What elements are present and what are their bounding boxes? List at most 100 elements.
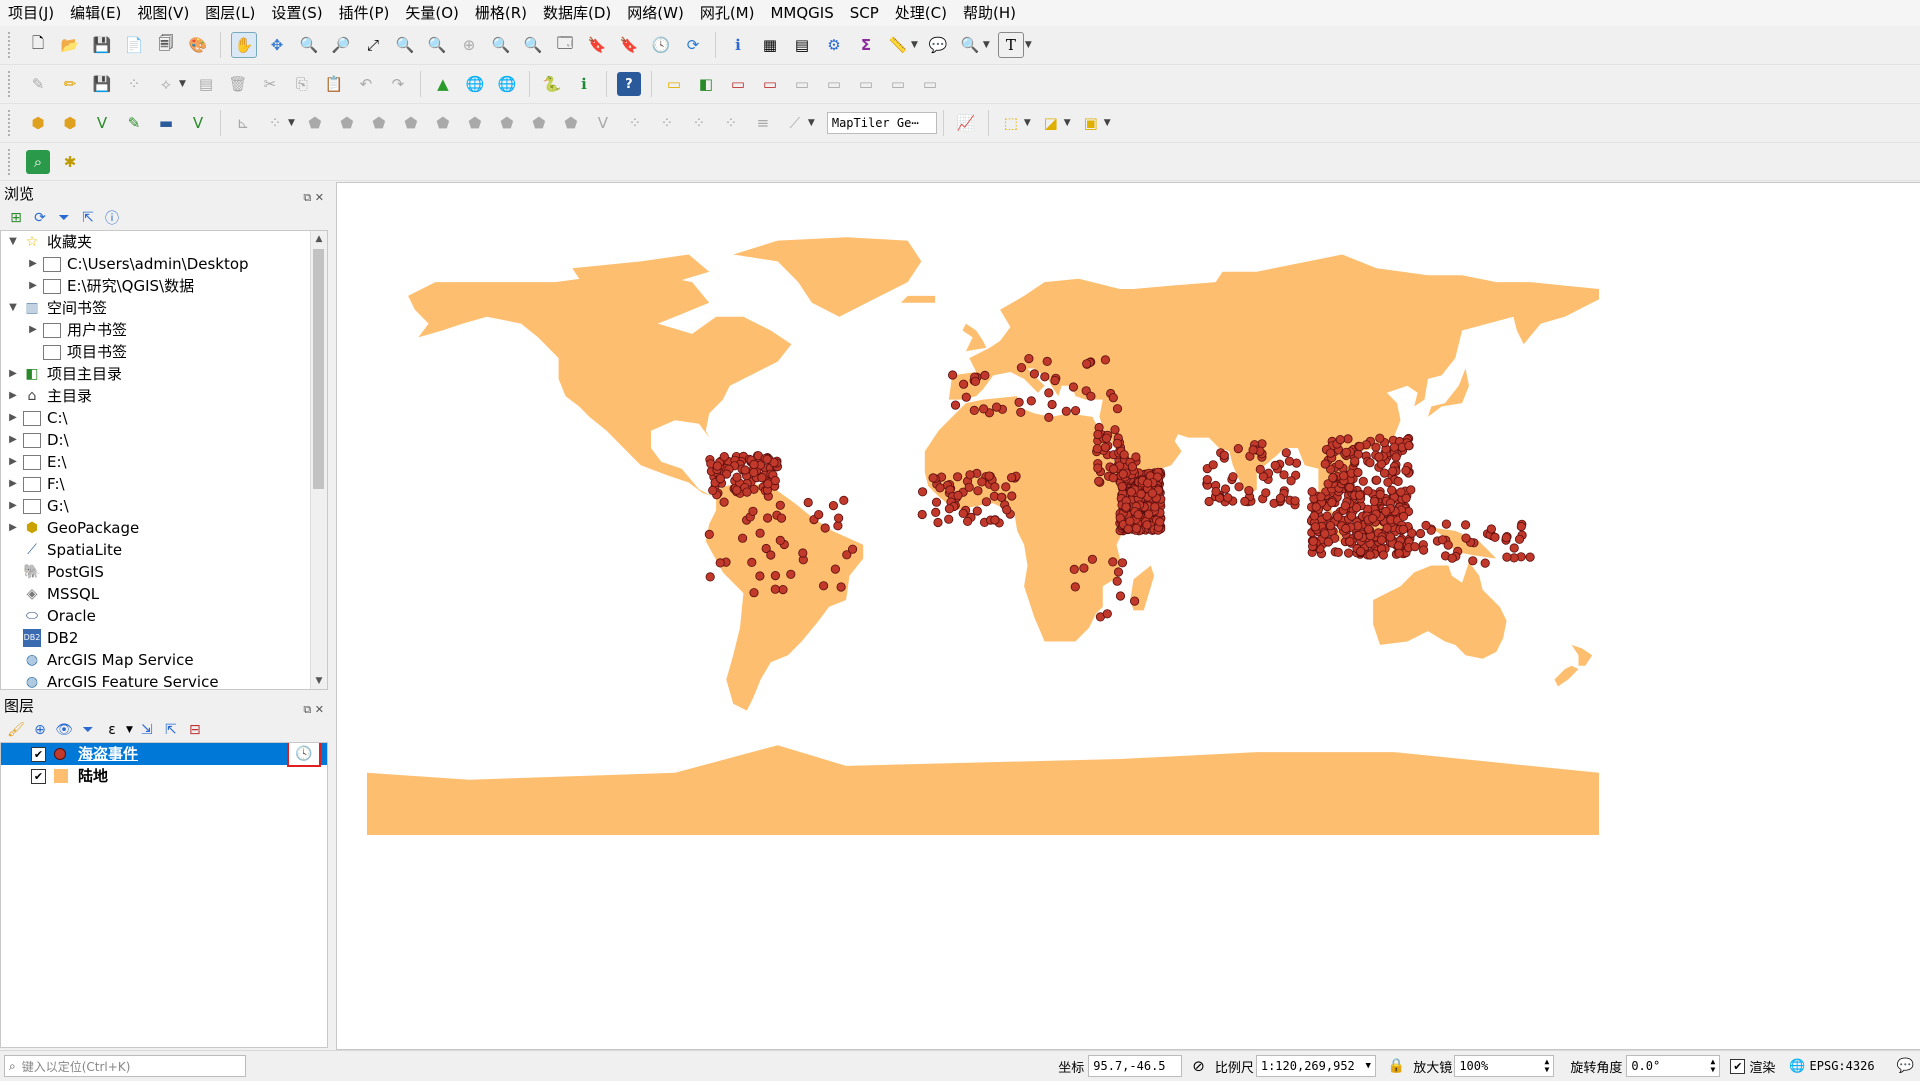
- chevron-right-icon[interactable]: ▶: [7, 495, 19, 517]
- copy-features-icon[interactable]: ⎘: [290, 72, 314, 96]
- add-ring-icon[interactable]: ⁘: [263, 111, 287, 135]
- help-icon[interactable]: ?: [616, 72, 641, 96]
- scale-combobox[interactable]: 1:120,269,952 ▼: [1255, 1055, 1376, 1077]
- browser-item[interactable]: ▶ C:\Users\admin\Desktop: [1, 253, 327, 275]
- browser-scrollbar[interactable]: ▲ ▼: [310, 231, 327, 689]
- properties-icon[interactable]: ⓘ: [102, 208, 122, 228]
- add-vector-layer-icon[interactable]: ⬢: [26, 111, 50, 135]
- chevron-right-icon[interactable]: ▶: [7, 429, 19, 451]
- redo-icon[interactable]: ↷: [386, 72, 410, 96]
- toolbar-grip[interactable]: [8, 71, 16, 97]
- browser-item[interactable]: ▶ E:\: [1, 451, 327, 473]
- merge-attributes-icon[interactable]: ⁘: [687, 111, 711, 135]
- world-map[interactable]: [337, 183, 1920, 1049]
- browser-item[interactable]: ◍ ArcGIS Feature Service: [1, 671, 327, 689]
- add-selected-layers-icon[interactable]: ⊞: [6, 208, 26, 228]
- menu-item[interactable]: 插件(P): [331, 0, 398, 26]
- browser-item[interactable]: ▶ E:\研究\QGIS\数据: [1, 275, 327, 297]
- browser-item[interactable]: ▶ ◧ 项目主目录: [1, 363, 327, 385]
- browser-item[interactable]: ▼ ☆ 收藏夹: [1, 231, 327, 253]
- add-wfs-layer-icon[interactable]: ✎: [122, 111, 146, 135]
- delete-ring-icon[interactable]: ⬟: [367, 111, 391, 135]
- add-delimited-text-icon[interactable]: ▬: [154, 111, 178, 135]
- trim-extend-icon[interactable]: ⬟: [527, 111, 551, 135]
- new-project-icon[interactable]: 🗋: [26, 33, 50, 57]
- processing-toolbox-icon[interactable]: ⚙: [822, 33, 846, 57]
- shape-digitize-icon[interactable]: ⟋: [783, 111, 807, 135]
- coordinate-field[interactable]: 95.7,-46.5: [1088, 1055, 1183, 1077]
- undo-icon[interactable]: ↶: [354, 72, 378, 96]
- expand-all-icon[interactable]: ⇲: [137, 720, 157, 740]
- layout-manager-icon[interactable]: 🗐: [154, 33, 178, 57]
- menu-item[interactable]: 项目(J): [0, 0, 62, 26]
- menu-item[interactable]: 矢量(O): [397, 0, 467, 26]
- chevron-right-icon[interactable]: ▶: [7, 517, 19, 539]
- magnifier-spinbox[interactable]: 100% ▲ ▼: [1454, 1055, 1555, 1077]
- chevron-right-icon[interactable]: ▶: [7, 407, 19, 429]
- globe-icon[interactable]: 🌐: [463, 72, 487, 96]
- cut-features-icon[interactable]: ✂: [258, 72, 282, 96]
- chevron-down-icon[interactable]: ▼: [7, 297, 19, 319]
- crs-button[interactable]: EPSG:4326: [1810, 1059, 1875, 1073]
- select-by-value-icon[interactable]: ◪: [1039, 111, 1063, 135]
- menu-item[interactable]: 网络(W): [619, 0, 692, 26]
- scp-tool-icon[interactable]: ✱: [58, 150, 82, 174]
- menu-item[interactable]: 处理(C): [887, 0, 955, 26]
- fill-ring-icon[interactable]: ⬟: [335, 111, 359, 135]
- layer-visibility-checkbox[interactable]: ✔: [31, 768, 46, 784]
- messages-icon[interactable]: 💬: [1897, 1058, 1914, 1074]
- browser-item[interactable]: ◈ MSSQL: [1, 583, 327, 605]
- layer-row-pirate-events[interactable]: ✔ 海盗事件 🕓: [1, 743, 327, 767]
- pan-to-selection-icon[interactable]: ✥: [265, 33, 289, 57]
- attribute-table-icon[interactable]: ▦: [758, 33, 782, 57]
- menu-item[interactable]: MMQGIS: [762, 0, 841, 26]
- scp-search-icon[interactable]: ⌕: [26, 149, 50, 174]
- add-part-icon[interactable]: ⬟: [303, 111, 327, 135]
- remove-layer-icon[interactable]: ⊟: [185, 720, 205, 740]
- add-feature-icon[interactable]: ⁘: [122, 72, 146, 96]
- new-print-layout-icon[interactable]: 📄: [122, 33, 146, 57]
- toolbar-grip[interactable]: [8, 148, 16, 175]
- browser-item[interactable]: ▶ D:\: [1, 429, 327, 451]
- float-panel-icon[interactable]: ⧉: [303, 191, 311, 204]
- paste-features-icon[interactable]: 📋: [322, 72, 346, 96]
- style-layer-icon[interactable]: 🖌: [6, 720, 26, 740]
- change-label-icon[interactable]: ▭: [854, 72, 878, 96]
- pin-labels-icon[interactable]: ▭: [726, 72, 750, 96]
- filter-expression-icon[interactable]: ε: [102, 720, 122, 740]
- browser-item[interactable]: ▶ 用户书签: [1, 319, 327, 341]
- select-features-icon[interactable]: 🔍: [958, 33, 982, 57]
- browser-item[interactable]: DB2 DB2: [1, 627, 327, 649]
- browser-item[interactable]: ⬭ Oracle: [1, 605, 327, 627]
- move-label-icon[interactable]: ▭: [790, 72, 814, 96]
- menu-item[interactable]: 图层(L): [197, 0, 263, 26]
- zoom-native-icon[interactable]: ⊕: [457, 33, 481, 57]
- rotate-point-symbols-icon[interactable]: ⁘: [719, 111, 743, 135]
- current-edits-icon[interactable]: ✎: [26, 72, 50, 96]
- save-project-icon[interactable]: 💾: [90, 33, 114, 57]
- new-bookmark-icon[interactable]: 🔖: [585, 33, 609, 57]
- offset-curve-icon[interactable]: ⬟: [463, 111, 487, 135]
- menu-item[interactable]: 数据库(D): [535, 0, 619, 26]
- browser-item[interactable]: ⟋ SpatiaLite: [1, 539, 327, 561]
- lock-scale-icon[interactable]: 🔒: [1388, 1058, 1405, 1074]
- digitizing-icon[interactable]: ▲: [431, 72, 455, 96]
- identify-features-icon[interactable]: ℹ: [726, 33, 750, 57]
- temporal-clock-icon[interactable]: 🕓: [287, 743, 321, 767]
- zoom-out-icon[interactable]: 🔎: [329, 33, 353, 57]
- browser-item[interactable]: 项目书签: [1, 341, 327, 363]
- zoom-full-icon[interactable]: ⤢: [361, 33, 385, 57]
- show-bookmarks-icon[interactable]: 🔖: [617, 33, 641, 57]
- zoom-in-icon[interactable]: 🔍: [297, 33, 321, 57]
- open-project-icon[interactable]: 📂: [58, 33, 82, 57]
- chevron-right-icon[interactable]: ▶: [7, 473, 19, 495]
- add-raster-layer-icon[interactable]: ⬢: [58, 111, 82, 135]
- select-by-rectangle-icon[interactable]: ⬚: [999, 111, 1023, 135]
- show-hide-labels-icon[interactable]: ▭: [758, 72, 782, 96]
- toolbar-grip[interactable]: [8, 110, 16, 136]
- menu-item[interactable]: 网孔(M): [692, 0, 763, 26]
- locator-search-input[interactable]: ⌕ 键入以定位(Ctrl+K): [4, 1055, 246, 1077]
- style-manager-icon[interactable]: 🎨: [186, 33, 210, 57]
- scroll-thumb[interactable]: [313, 249, 324, 489]
- render-checkbox[interactable]: ✔: [1730, 1058, 1746, 1074]
